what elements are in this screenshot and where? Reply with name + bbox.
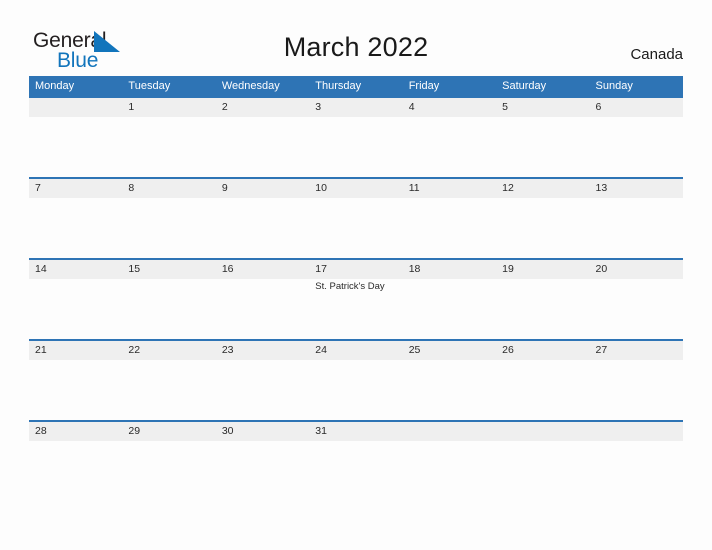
day-cell[interactable] bbox=[216, 279, 309, 339]
weekday-header-saturday: Saturday bbox=[502, 80, 547, 92]
weekday-header-thursday: Thursday bbox=[315, 80, 362, 92]
weekday-header-monday: Monday bbox=[35, 80, 75, 92]
day-number[interactable]: 5 bbox=[496, 98, 589, 117]
day-cell[interactable] bbox=[403, 441, 496, 501]
day-cell[interactable] bbox=[122, 360, 215, 420]
day-cell[interactable] bbox=[496, 441, 589, 501]
day-number[interactable]: 11 bbox=[403, 179, 496, 198]
week-event-band bbox=[29, 198, 683, 258]
day-event-text: St. Patrick's Day bbox=[315, 281, 385, 292]
day-cell[interactable] bbox=[403, 198, 496, 258]
week-row: 1 2 3 4 5 6 bbox=[29, 96, 683, 177]
day-number[interactable]: 8 bbox=[122, 179, 215, 198]
day-cell[interactable] bbox=[309, 360, 402, 420]
day-number[interactable]: 12 bbox=[496, 179, 589, 198]
day-cell[interactable] bbox=[122, 279, 215, 339]
day-number[interactable]: 26 bbox=[496, 341, 589, 360]
day-cell[interactable] bbox=[216, 198, 309, 258]
week-event-band bbox=[29, 360, 683, 420]
day-number[interactable]: 7 bbox=[29, 179, 122, 198]
day-number[interactable]: 29 bbox=[122, 422, 215, 441]
day-number[interactable]: 13 bbox=[590, 179, 683, 198]
day-cell[interactable] bbox=[496, 279, 589, 339]
day-cell[interactable] bbox=[403, 279, 496, 339]
day-number[interactable]: 14 bbox=[29, 260, 122, 279]
day-cell[interactable] bbox=[29, 198, 122, 258]
day-cell[interactable] bbox=[309, 117, 402, 177]
week-daynumber-band: 14 15 16 17 18 19 20 bbox=[29, 258, 683, 279]
day-number[interactable]: 25 bbox=[403, 341, 496, 360]
day-number[interactable] bbox=[590, 422, 683, 441]
day-number[interactable]: 15 bbox=[122, 260, 215, 279]
day-cell[interactable] bbox=[216, 441, 309, 501]
day-number[interactable]: 30 bbox=[216, 422, 309, 441]
day-number[interactable]: 6 bbox=[590, 98, 683, 117]
day-number[interactable]: 18 bbox=[403, 260, 496, 279]
week-row: 14 15 16 17 18 19 20 St. Patrick's Day bbox=[29, 258, 683, 339]
weekday-header-friday: Friday bbox=[408, 80, 440, 92]
day-cell[interactable] bbox=[590, 441, 683, 501]
day-cell[interactable] bbox=[29, 117, 122, 177]
day-number[interactable]: 9 bbox=[216, 179, 309, 198]
week-row: 7 8 9 10 11 12 13 bbox=[29, 177, 683, 258]
day-cell[interactable] bbox=[403, 360, 496, 420]
day-number[interactable]: 2 bbox=[216, 98, 309, 117]
day-number[interactable]: 4 bbox=[403, 98, 496, 117]
week-daynumber-band: 28 29 30 31 bbox=[29, 420, 683, 441]
day-number[interactable] bbox=[496, 422, 589, 441]
day-cell[interactable] bbox=[29, 441, 122, 501]
day-cell[interactable] bbox=[29, 279, 122, 339]
day-cell[interactable] bbox=[309, 441, 402, 501]
weekday-header-sunday: Sunday bbox=[595, 80, 633, 92]
weekday-header-row: Monday Tuesday Wednesday Thursday Friday… bbox=[29, 76, 683, 96]
day-number[interactable]: 1 bbox=[122, 98, 215, 117]
day-cell[interactable] bbox=[216, 117, 309, 177]
day-cell[interactable] bbox=[590, 279, 683, 339]
day-cell[interactable] bbox=[590, 360, 683, 420]
day-cell[interactable] bbox=[122, 117, 215, 177]
day-number[interactable]: 31 bbox=[309, 422, 402, 441]
day-cell[interactable] bbox=[496, 117, 589, 177]
week-daynumber-band: 1 2 3 4 5 6 bbox=[29, 96, 683, 117]
weekday-header-tuesday: Tuesday bbox=[128, 80, 171, 92]
day-number[interactable]: 22 bbox=[122, 341, 215, 360]
day-number[interactable]: 21 bbox=[29, 341, 122, 360]
week-row: 28 29 30 31 bbox=[29, 420, 683, 501]
day-cell[interactable] bbox=[496, 198, 589, 258]
country-label: Canada bbox=[630, 46, 683, 63]
day-number[interactable]: 27 bbox=[590, 341, 683, 360]
day-cell[interactable] bbox=[29, 360, 122, 420]
week-row: 21 22 23 24 25 26 27 bbox=[29, 339, 683, 420]
day-cell[interactable] bbox=[216, 360, 309, 420]
day-number[interactable]: 17 bbox=[309, 260, 402, 279]
week-event-band bbox=[29, 117, 683, 177]
week-event-band bbox=[29, 441, 683, 501]
day-number[interactable]: 23 bbox=[216, 341, 309, 360]
day-number[interactable] bbox=[403, 422, 496, 441]
day-number[interactable]: 10 bbox=[309, 179, 402, 198]
calendar-grid: Monday Tuesday Wednesday Thursday Friday… bbox=[29, 76, 683, 501]
day-cell[interactable] bbox=[590, 198, 683, 258]
day-number[interactable]: 28 bbox=[29, 422, 122, 441]
day-cell[interactable] bbox=[122, 441, 215, 501]
day-number[interactable]: 3 bbox=[309, 98, 402, 117]
day-cell[interactable] bbox=[403, 117, 496, 177]
week-daynumber-band: 7 8 9 10 11 12 13 bbox=[29, 177, 683, 198]
day-cell[interactable] bbox=[309, 198, 402, 258]
day-number[interactable]: 16 bbox=[216, 260, 309, 279]
day-cell[interactable] bbox=[590, 117, 683, 177]
day-cell[interactable]: St. Patrick's Day bbox=[309, 279, 402, 339]
week-event-band: St. Patrick's Day bbox=[29, 279, 683, 339]
week-daynumber-band: 21 22 23 24 25 26 27 bbox=[29, 339, 683, 360]
day-number[interactable] bbox=[29, 98, 122, 117]
day-number[interactable]: 19 bbox=[496, 260, 589, 279]
day-cell[interactable] bbox=[122, 198, 215, 258]
day-number[interactable]: 24 bbox=[309, 341, 402, 360]
page-title: March 2022 bbox=[283, 32, 429, 62]
weekday-header-wednesday: Wednesday bbox=[221, 80, 280, 92]
page-header: General Blue March 2022 Canada bbox=[0, 0, 712, 76]
day-cell[interactable] bbox=[496, 360, 589, 420]
day-number[interactable]: 20 bbox=[590, 260, 683, 279]
